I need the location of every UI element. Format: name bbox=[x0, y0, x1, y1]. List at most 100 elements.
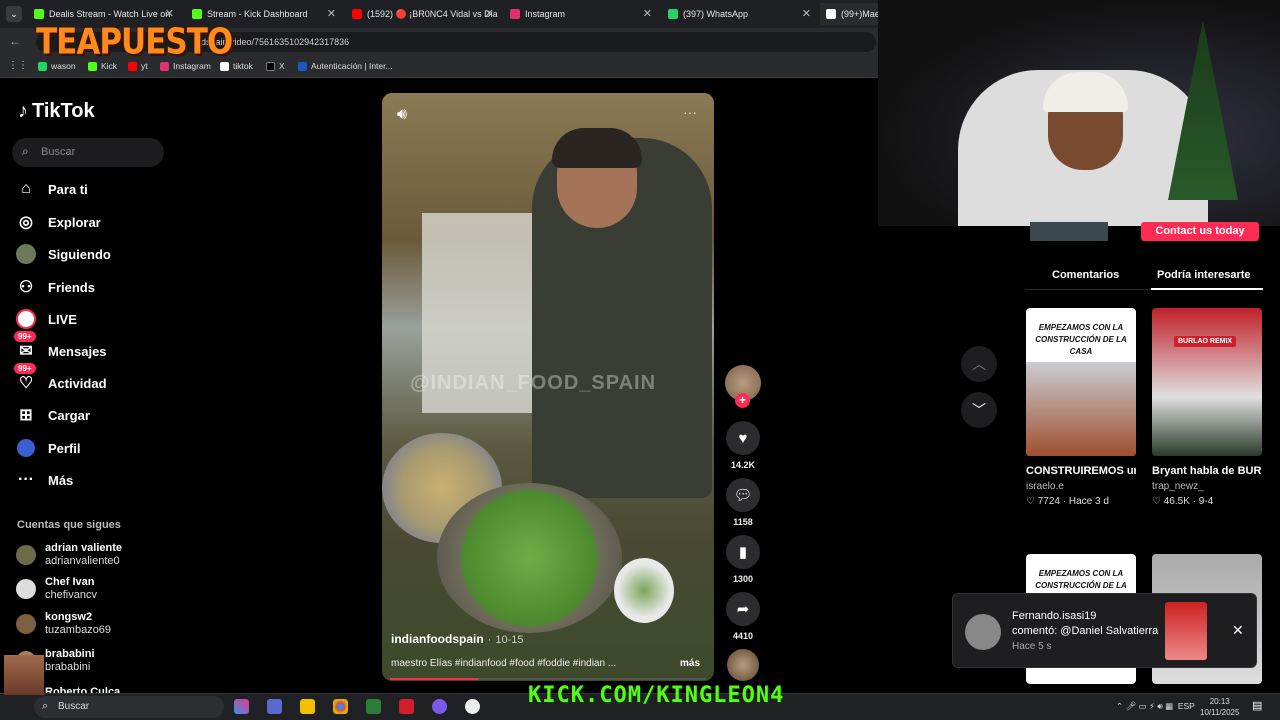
avatar bbox=[16, 614, 36, 634]
teapuesto-overlay-logo: TEAPUESTO bbox=[36, 21, 233, 63]
compass-icon: ◎ bbox=[19, 214, 33, 231]
close-icon[interactable]: ✕ bbox=[1232, 622, 1244, 639]
following-account[interactable]: adrian valiente adrianvaliente0 bbox=[16, 542, 122, 568]
save-button[interactable]: ▮ 1300 bbox=[726, 535, 760, 584]
youtube-icon bbox=[128, 61, 137, 71]
nav-friends[interactable]: ⚇ Friends bbox=[16, 277, 95, 297]
more-options-icon[interactable]: ··· bbox=[683, 104, 697, 120]
nav-live[interactable]: LIVE bbox=[16, 309, 77, 329]
bookmark-autenticacion[interactable]: Autenticación | Inter... bbox=[298, 61, 393, 71]
app-icon[interactable] bbox=[399, 699, 414, 714]
comment-notification[interactable]: Fernando.isasi19 comentó: @Daniel Salvat… bbox=[952, 593, 1257, 668]
nav-perfil[interactable]: Perfil bbox=[16, 438, 81, 458]
activity-icon: ♡ 99+ bbox=[14, 363, 36, 393]
chrome-icon[interactable] bbox=[333, 699, 348, 714]
kick-icon bbox=[34, 9, 44, 19]
video-frame-pot bbox=[437, 483, 622, 633]
upload-icon: ⊞ bbox=[19, 407, 33, 424]
close-tab-icon[interactable]: ✕ bbox=[327, 7, 336, 20]
system-tray[interactable]: ⌃ 🎤︎ ▭ ⚡︎ 🔊︎ ▦ ESP bbox=[1116, 701, 1195, 712]
nav-para-ti[interactable]: ⌂ Para ti bbox=[16, 179, 88, 199]
tab-podria-interesarte[interactable]: Podría interesarte bbox=[1157, 269, 1251, 281]
previous-video-button[interactable]: ︿ bbox=[961, 346, 997, 382]
notifications-icon[interactable]: ▤ bbox=[1252, 699, 1262, 712]
music-disc-icon[interactable] bbox=[727, 649, 759, 681]
video-watermark: @INDIAN_FOOD_SPAIN bbox=[410, 372, 657, 394]
tab-tiktok-active[interactable]: (99+)Maes bbox=[820, 3, 878, 25]
file-explorer-icon[interactable] bbox=[300, 699, 315, 714]
streamer-mini-avatar bbox=[4, 655, 44, 695]
heart-icon: ♥ bbox=[726, 421, 760, 455]
like-button[interactable]: ♥ 14.2K bbox=[726, 421, 760, 470]
nav-siguiendo[interactable]: Siguiendo bbox=[16, 244, 111, 264]
close-tab-icon[interactable]: ✕ bbox=[485, 7, 494, 20]
search-input[interactable]: ⌕ Buscar bbox=[12, 138, 164, 167]
live-icon bbox=[16, 309, 36, 329]
video-author[interactable]: indianfoodspain · 10-15 bbox=[391, 632, 523, 646]
progress-fill bbox=[390, 678, 479, 680]
nav-cargar[interactable]: ⊞ Cargar bbox=[16, 405, 90, 425]
video-frame-bowl bbox=[614, 558, 674, 623]
recommended-video-card[interactable]: EMPEZAMOS CON LA CONSTRUCCIÓN DE LA CASA… bbox=[1026, 308, 1136, 507]
back-icon[interactable]: ← bbox=[9, 34, 21, 48]
more-icon: ··· bbox=[18, 471, 34, 488]
nav-mas[interactable]: ··· Más bbox=[16, 470, 73, 490]
teams-icon[interactable] bbox=[267, 699, 282, 714]
close-tab-icon[interactable]: ✕ bbox=[802, 7, 811, 20]
video-progress-bar[interactable] bbox=[390, 678, 706, 680]
streamer-webcam bbox=[878, 0, 1280, 226]
active-tab-indicator bbox=[1151, 288, 1263, 290]
bookmark-x[interactable]: X bbox=[266, 61, 285, 71]
more-description-button[interactable]: más bbox=[680, 658, 700, 669]
system-clock[interactable]: 20:13 10/11/2025 bbox=[1200, 696, 1239, 718]
comment-icon: 💬︎ bbox=[726, 478, 760, 512]
close-tab-icon[interactable]: ✕ bbox=[643, 7, 652, 20]
bank-icon bbox=[298, 61, 307, 71]
close-tab-icon[interactable]: ✕ bbox=[165, 7, 174, 20]
tab-instagram[interactable]: Instagram ✕ bbox=[504, 3, 658, 25]
share-button[interactable]: ➦ 4410 bbox=[726, 592, 760, 641]
thumbnail-photo bbox=[1026, 362, 1136, 456]
profile-icon bbox=[16, 438, 36, 458]
tiktok-icon bbox=[220, 61, 229, 71]
messenger-icon[interactable] bbox=[432, 699, 447, 714]
apps-grid-icon[interactable]: ⋮⋮ bbox=[8, 60, 28, 71]
copilot-icon[interactable] bbox=[234, 699, 249, 714]
tab-youtube[interactable]: (1592) 🔴 ¡BR0NC4 Vidal vs Dia ✕ bbox=[346, 3, 500, 25]
video-frame-hair bbox=[552, 128, 642, 168]
contact-us-button[interactable]: Contact us today bbox=[1141, 222, 1259, 241]
messages-badge: 99+ bbox=[14, 331, 36, 342]
follow-plus-icon[interactable]: + bbox=[735, 393, 750, 408]
following-account[interactable]: kongsw2 tuzambazo69 bbox=[16, 611, 111, 637]
tiktok-icon bbox=[826, 9, 836, 19]
tab-search-button[interactable]: ⌄ bbox=[6, 6, 22, 22]
nav-mensajes[interactable]: ✉ 99+ Mensajes bbox=[14, 331, 107, 361]
tiktok-logo[interactable]: ♪ TikTok bbox=[18, 100, 95, 123]
search-icon: ⌕ bbox=[22, 144, 29, 158]
recommended-video-card[interactable]: BURLAO REMIX Bryant habla de BURLAO REMI… bbox=[1152, 308, 1262, 507]
following-accounts-header: Cuentas que sigues bbox=[17, 519, 121, 531]
whatsapp-icon bbox=[668, 9, 678, 19]
next-video-button[interactable]: ﹀ bbox=[961, 392, 997, 428]
comment-button[interactable]: 💬︎ 1158 bbox=[726, 478, 760, 527]
tab-whatsapp[interactable]: (397) WhatsApp ✕ bbox=[662, 3, 817, 25]
whatsapp-icon bbox=[38, 61, 47, 71]
instagram-icon bbox=[510, 9, 520, 19]
messages-icon: ✉ 99+ bbox=[14, 331, 36, 361]
app-icon[interactable] bbox=[366, 699, 381, 714]
windows-search-input[interactable]: ⌕ Buscar bbox=[34, 696, 224, 718]
home-icon: ⌂ bbox=[21, 180, 31, 197]
kick-icon bbox=[88, 61, 97, 71]
video-thumbnail: EMPEZAMOS CON LA CONSTRUCCIÓN DE LA CASA bbox=[1026, 308, 1136, 456]
nav-explorar[interactable]: ◎ Explorar bbox=[16, 212, 101, 232]
tab-comentarios[interactable]: Comentarios bbox=[1052, 269, 1119, 281]
activity-badge: 99+ bbox=[14, 363, 36, 374]
kick-channel-overlay: KICK.COM/KINGLEON4 bbox=[528, 683, 785, 708]
volume-icon[interactable]: 🔊︎ bbox=[397, 106, 407, 124]
right-panel-tabs: Comentarios Podría interesarte bbox=[1025, 260, 1263, 290]
following-account[interactable]: Chef Ivan chefivancv bbox=[16, 576, 97, 602]
nav-actividad[interactable]: ♡ 99+ Actividad bbox=[14, 363, 107, 393]
ad-thumbnail[interactable] bbox=[1030, 222, 1108, 241]
obs-icon[interactable] bbox=[465, 699, 480, 714]
search-icon: ⌕ bbox=[42, 700, 49, 712]
